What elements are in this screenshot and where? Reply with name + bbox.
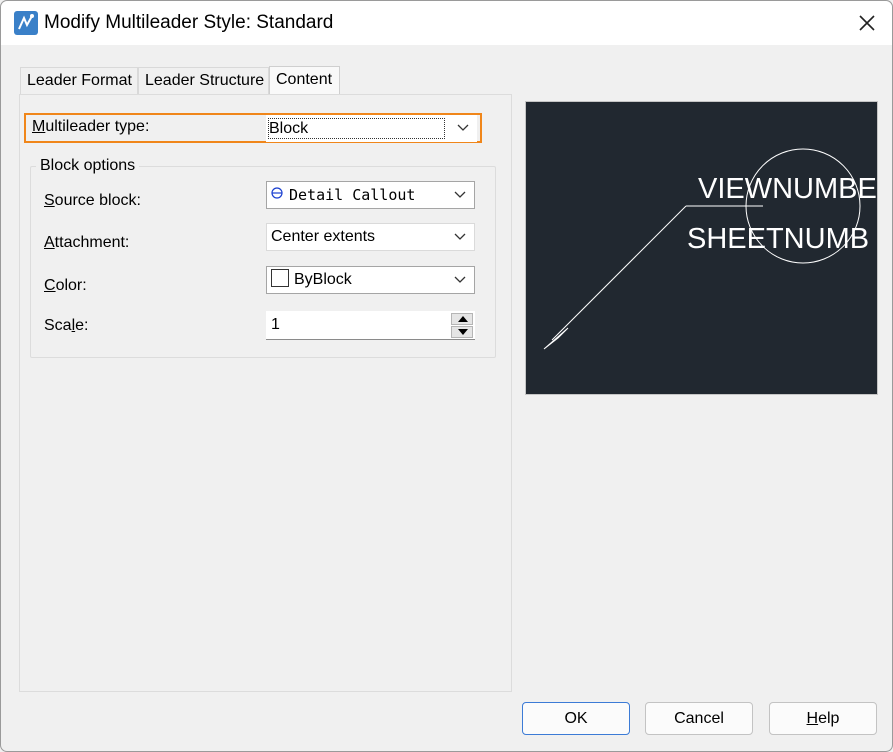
color-value: ByBlock xyxy=(294,271,352,288)
multileader-type-select[interactable]: Block xyxy=(266,115,477,142)
style-preview: VIEWNUMBE SHEETNUMB xyxy=(525,101,878,395)
chevron-down-icon xyxy=(454,191,466,198)
attachment-select[interactable]: Center extents xyxy=(266,223,475,251)
tab-content[interactable]: Content xyxy=(269,66,340,96)
attachment-value: Center extents xyxy=(271,228,376,245)
preview-view-number: VIEWNUMBE xyxy=(698,173,877,205)
close-icon xyxy=(859,15,875,31)
color-label: Color: xyxy=(44,277,87,294)
scale-decrement-button[interactable] xyxy=(451,326,473,338)
title-bar: Modify Multileader Style: Standard xyxy=(1,1,892,45)
block-options-title: Block options xyxy=(36,157,140,175)
multileader-app-icon xyxy=(14,11,38,35)
preview-sheet-number: SHEETNUMB xyxy=(687,223,869,255)
leader-arrowhead xyxy=(543,327,569,350)
dialog-window: Modify Multileader Style: Standard Leade… xyxy=(0,0,893,752)
help-button[interactable]: Help xyxy=(769,702,877,735)
window-title: Modify Multileader Style: Standard xyxy=(44,12,334,33)
chevron-down-icon xyxy=(454,276,466,283)
cancel-button[interactable]: Cancel xyxy=(645,702,753,735)
scale-increment-button[interactable] xyxy=(451,313,473,325)
scale-input[interactable]: 1 xyxy=(266,311,475,340)
source-block-label: Source block: xyxy=(44,192,141,209)
source-block-select[interactable]: Detail Callout xyxy=(266,181,475,209)
multileader-type-value: Block xyxy=(268,118,445,139)
color-swatch xyxy=(271,269,289,287)
attachment-label: Attachment: xyxy=(44,234,130,251)
source-block-value: Detail Callout xyxy=(289,186,416,204)
color-select[interactable]: ByBlock xyxy=(266,266,475,294)
tab-leader-format[interactable]: Leader Format xyxy=(20,67,138,95)
scale-label: Scale: xyxy=(44,317,89,334)
chevron-down-icon xyxy=(454,233,466,240)
ok-button[interactable]: OK xyxy=(522,702,630,735)
tab-leader-structure[interactable]: Leader Structure xyxy=(138,67,269,95)
detail-callout-icon xyxy=(271,187,283,199)
multileader-type-label: Multileader type: xyxy=(32,118,150,135)
arrow-down-icon xyxy=(458,329,468,335)
close-button[interactable] xyxy=(854,10,880,36)
scale-value: 1 xyxy=(271,316,280,333)
chevron-down-icon xyxy=(457,124,469,131)
arrow-up-icon xyxy=(458,316,468,322)
